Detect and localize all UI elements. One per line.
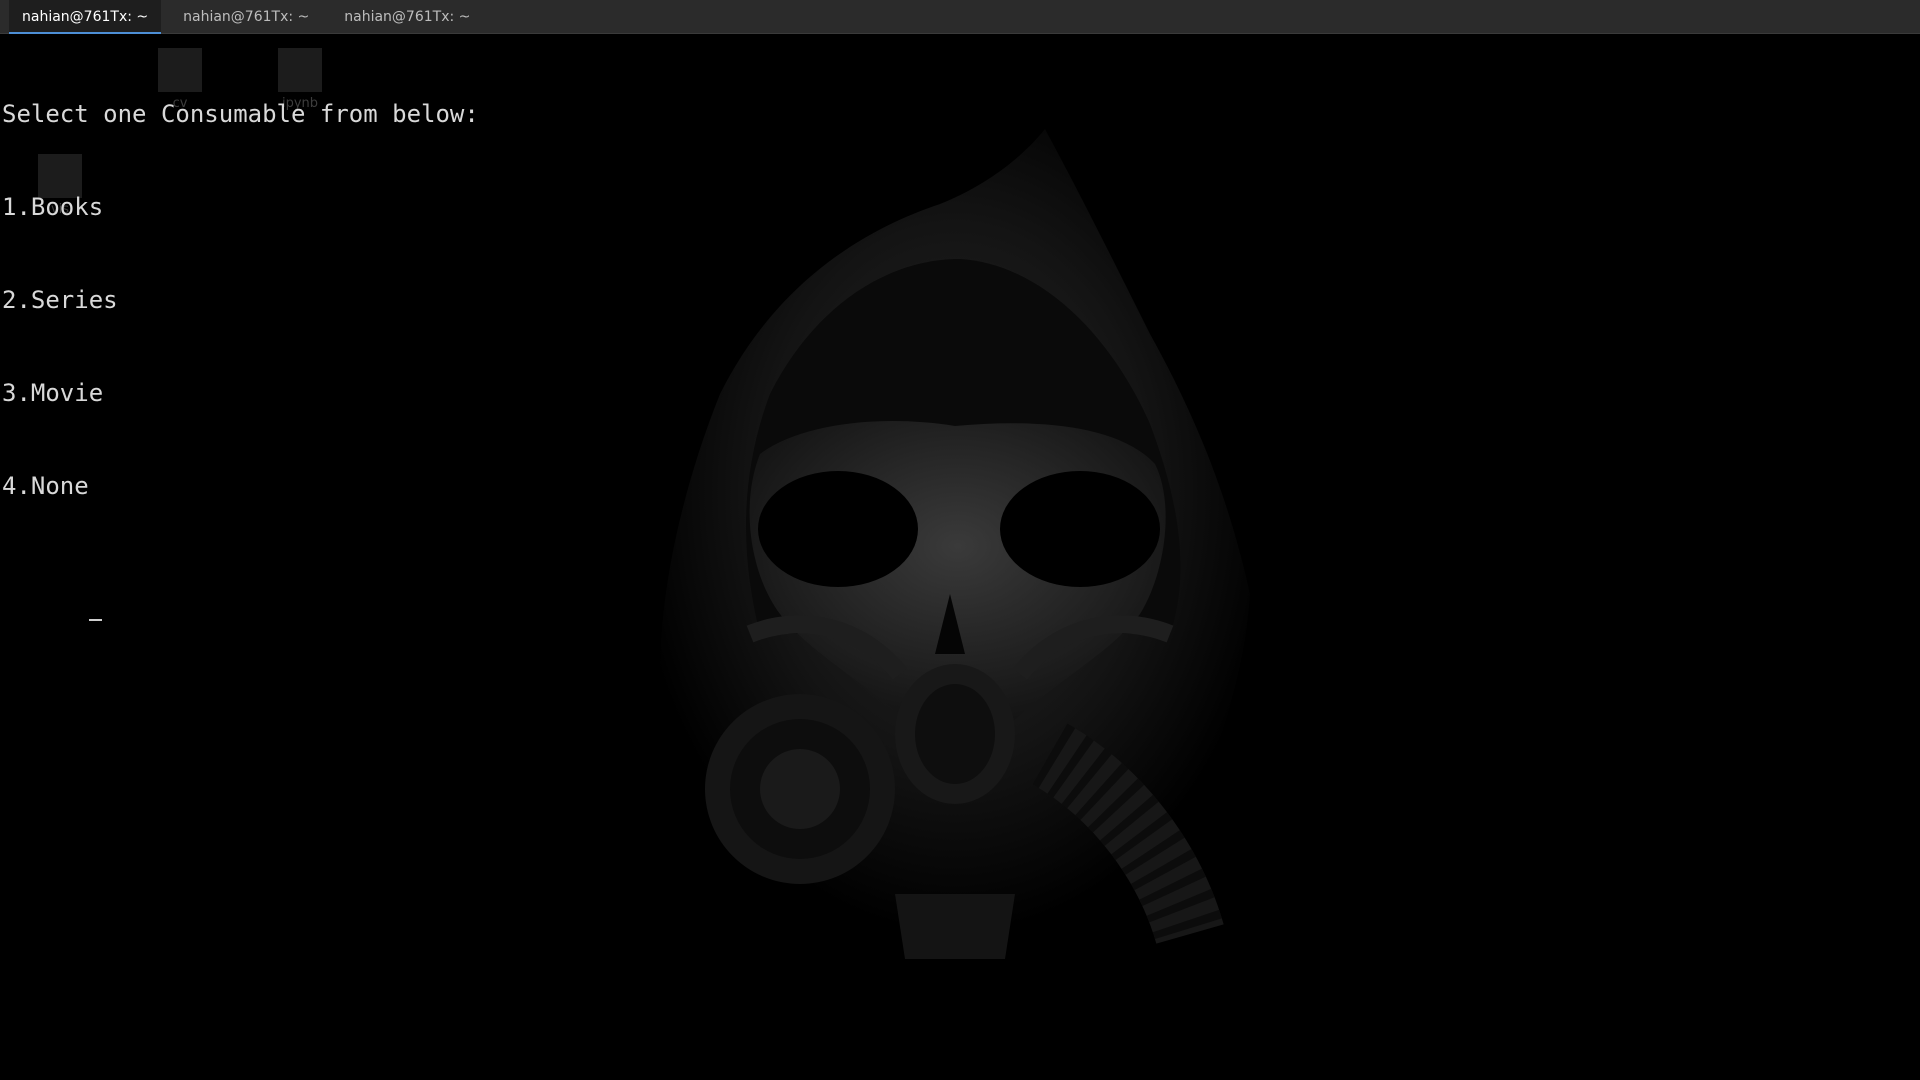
menu-option: 4.None xyxy=(2,472,89,500)
menu-option: 2.Series xyxy=(2,286,118,314)
menu-option: 3.Movie xyxy=(2,379,104,407)
tab-label: nahian@761Tx: ~ xyxy=(183,8,310,25)
tab-label: nahian@761Tx: ~ xyxy=(344,8,471,25)
terminal-window[interactable]: cv ipynb vis Select one Consumable from … xyxy=(0,34,1920,1080)
prompt-text: Select one Consumable from below: xyxy=(2,100,479,128)
menu-option: 1.Books xyxy=(2,193,104,221)
input-line[interactable] xyxy=(2,564,479,621)
text-cursor xyxy=(88,619,102,621)
terminal-output: Select one Consumable from below: 1.Book… xyxy=(2,37,479,657)
tab-label: nahian@761Tx: ~ xyxy=(22,8,149,25)
terminal-tab-bar: nahian@761Tx: ~ nahian@761Tx: ~ nahian@7… xyxy=(0,0,1920,34)
tab-terminal-1[interactable]: nahian@761Tx: ~ xyxy=(9,0,162,34)
tab-terminal-3[interactable]: nahian@761Tx: ~ xyxy=(331,0,483,33)
tab-terminal-2[interactable]: nahian@761Tx: ~ xyxy=(170,0,322,33)
